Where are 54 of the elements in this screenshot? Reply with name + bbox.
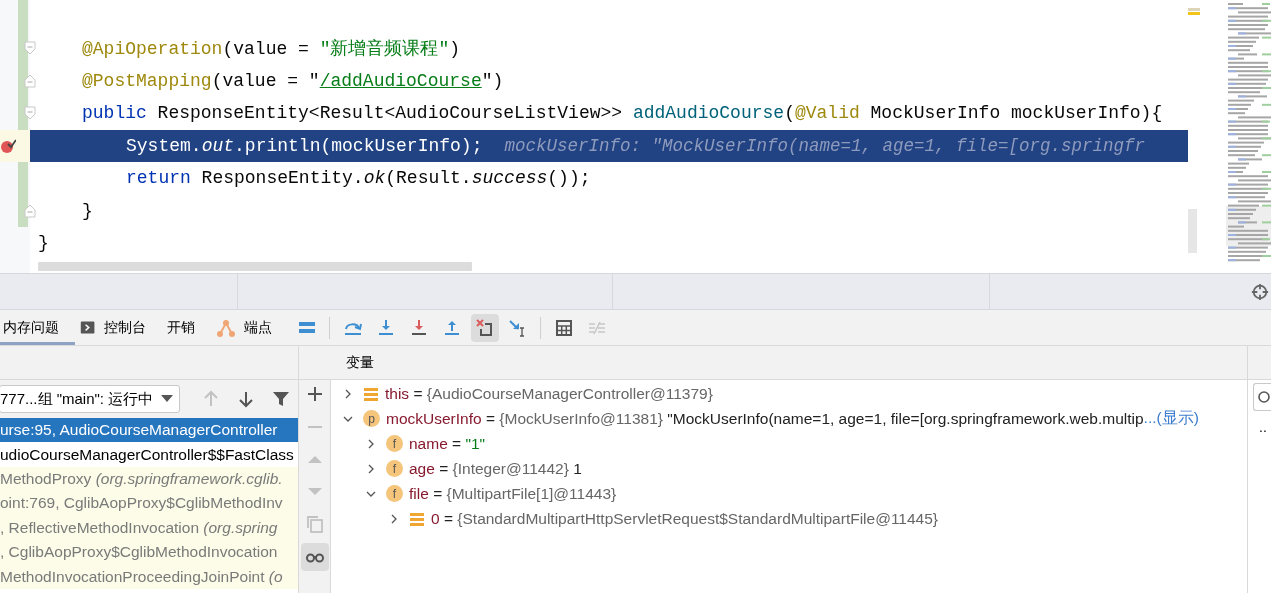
tool-tab[interactable]: 控制台	[77, 310, 162, 345]
show-link[interactable]: ...(显示)	[1143, 408, 1199, 429]
variable-entry[interactable]: file = {MultipartFile[1]@11443}	[409, 484, 617, 503]
stack-frame[interactable]: oint:769, CglibAopProxy$CglibMethodInv	[0, 491, 298, 516]
move-down-icon	[307, 488, 322, 495]
parameter-badge: p	[363, 410, 380, 427]
code-line: System.out.println(mockUserInfo);	[126, 135, 483, 156]
tool-tab[interactable]: 端点	[213, 310, 288, 345]
field-badge: f	[386, 485, 403, 502]
inline-value-hint: mockUserInfo: "MockUserInfo(name=1, age=1, file=[org.springfr	[504, 135, 1146, 156]
code-line: @ApiOperation(value = "新增音频课程")	[82, 38, 461, 61]
endpoints-icon	[216, 317, 236, 338]
variable-entry[interactable]: name = "1"	[409, 434, 486, 453]
calculator-icon	[553, 317, 574, 338]
field-badge: f	[386, 435, 403, 452]
stack-frame[interactable]: , CglibAopProxy$CglibMethodInvocation	[0, 539, 298, 565]
code-line: }	[38, 233, 49, 254]
list-item[interactable]: ..	[1259, 419, 1271, 435]
search-icon	[1257, 390, 1271, 404]
fold-marker-icon[interactable]	[24, 203, 36, 218]
glasses-button[interactable]	[300, 542, 329, 571]
code-line: public ResponseEntity<Result<AudioCourseListView>> addAudioCourse(@Valid MockUserInfo mockUserInfo){	[82, 103, 1163, 124]
list-icon	[409, 510, 425, 527]
stack-frame[interactable]: urse:95, AudioCourseManagerController	[0, 418, 298, 443]
fold-marker-icon[interactable]	[24, 41, 36, 55]
breakpoint-icon[interactable]	[0, 137, 16, 154]
crosshair-icon[interactable]	[1251, 282, 1269, 301]
field-badge: f	[386, 460, 403, 477]
variable-entry[interactable]: 0 = {StandardMultipartHttpServletRequest$StandardMultipartFile@11445}	[431, 509, 939, 528]
variable-entry[interactable]: mockUserInfo = {MockUserInfo@11381} "MockUserInfo(name=1, age=1, file=[org.springframework.web.multip	[386, 409, 1144, 428]
caret-icon	[161, 395, 174, 403]
move-up-icon	[307, 455, 322, 463]
fold-marker-icon[interactable]	[24, 73, 36, 88]
drop-frame-icon	[474, 317, 495, 338]
variable-entry[interactable]: this = {AudioCourseManagerController@11379}	[385, 384, 713, 403]
variable-entry[interactable]: age = {Integer@11442} 1	[409, 459, 582, 478]
filter-icon	[270, 389, 291, 409]
remove-icon	[307, 425, 322, 428]
code-line: return ResponseEntity.ok(Result.success());	[126, 168, 591, 189]
list-icon	[363, 385, 379, 402]
stack-frame[interactable]: MethodInvocationProceedingJoinPoint (o	[0, 564, 298, 589]
drop-frame-button[interactable]	[470, 313, 499, 342]
search-field[interactable]	[1253, 383, 1271, 411]
panel-title: 变量	[346, 353, 374, 372]
thread-dropdown[interactable]: 777...组 "main": 运行中	[0, 385, 181, 413]
code-line: @PostMapping(value = "/addAudioCourse")	[82, 70, 504, 91]
copy-icon	[304, 514, 325, 534]
code-line: }	[82, 200, 93, 221]
stack-frame[interactable]: MethodProxy (org.springframework.cglib.	[0, 466, 298, 492]
stack-frame[interactable]: , ReflectiveMethodInvocation (org.spring	[0, 515, 298, 540]
horizontal-scrollbar[interactable]	[38, 261, 472, 271]
console-icon	[80, 319, 96, 336]
fold-marker-icon[interactable]	[24, 106, 36, 120]
tool-tab[interactable]: 开销	[164, 310, 211, 345]
